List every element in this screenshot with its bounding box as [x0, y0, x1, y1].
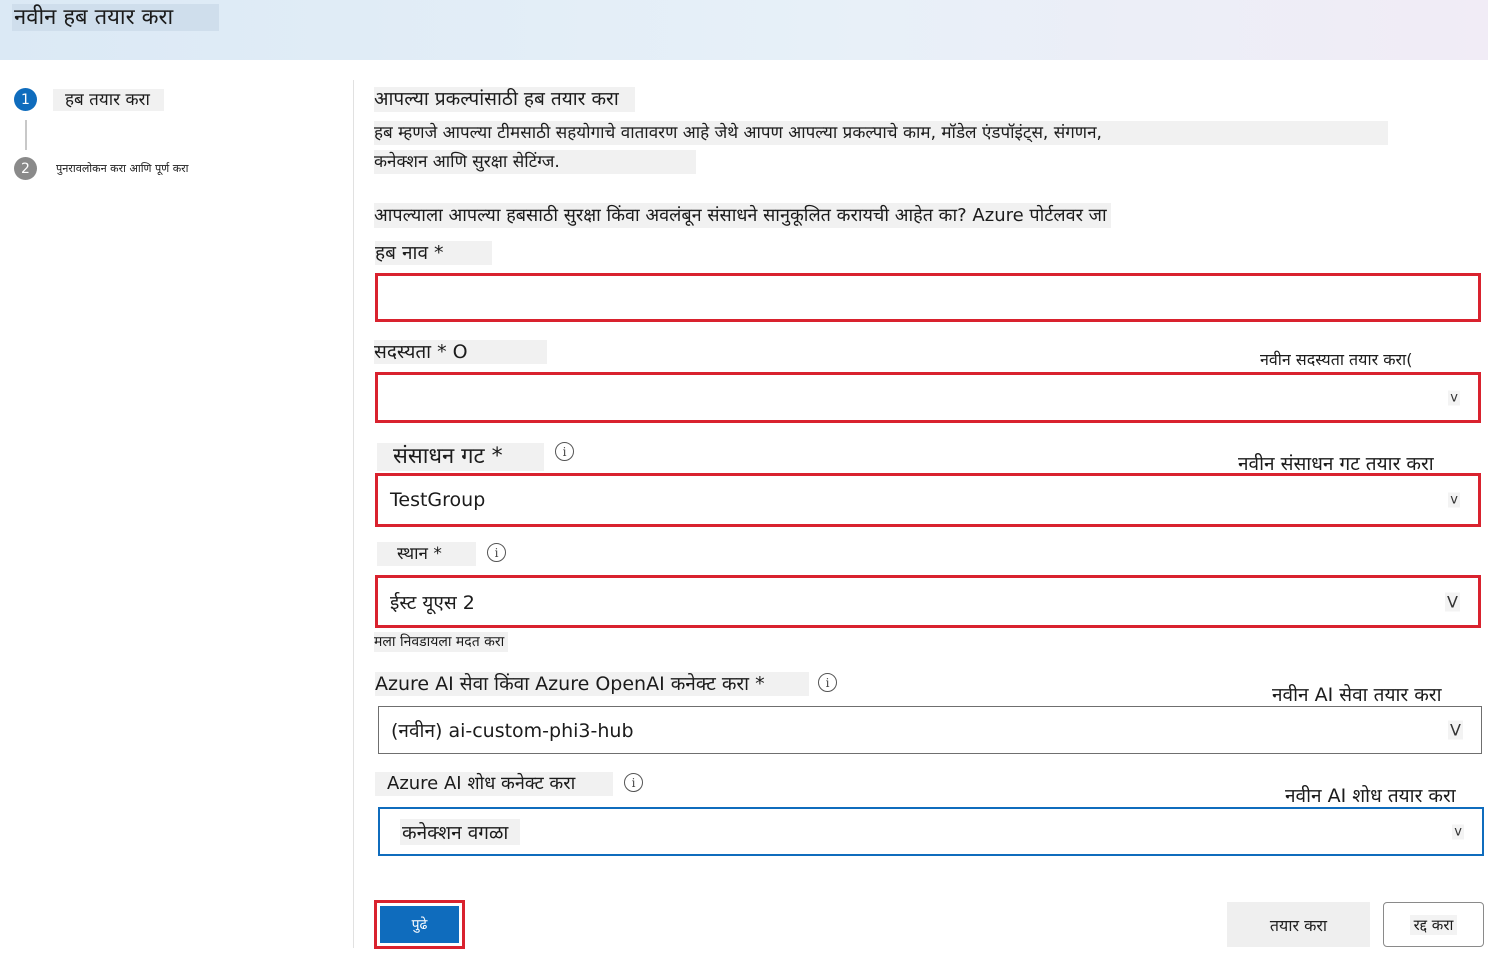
wizard-step-create-hub[interactable]: 1 हब तयार करा — [14, 88, 164, 111]
resource-group-dropdown[interactable]: TestGroup v — [375, 473, 1481, 527]
help-me-choose-link[interactable]: मला निवडायला मदत करा — [374, 632, 509, 652]
wizard-step-review-finish[interactable]: 2 पुनरावलोकन करा आणि पूर्ण करा — [14, 157, 191, 180]
ai-services-dropdown[interactable]: (नवीन) ai-custom-phi3-hub V — [378, 706, 1482, 754]
ai-search-label: Azure AI शोध कनेक्ट करा — [375, 772, 613, 796]
cancel-button-label: रद्द करा — [1409, 914, 1458, 935]
info-icon[interactable]: i — [624, 773, 643, 792]
chevron-down-icon: V — [1445, 592, 1460, 611]
create-subscription-link[interactable]: नवीन सदस्यता तयार करा( — [1234, 348, 1421, 373]
resource-group-label: संसाधन गट * — [377, 443, 544, 471]
next-button[interactable]: पुढे — [374, 900, 465, 949]
header-bar: नवीन हब तयार करा — [0, 0, 1488, 60]
ai-search-value: कनेक्शन वगळा — [400, 818, 521, 845]
section-heading: आपल्या प्रकल्पांसाठी हब तयार करा — [374, 87, 635, 112]
chevron-down-icon: v — [1448, 390, 1460, 405]
azure-portal-link[interactable]: आपल्याला आपल्या हबसाठी सुरक्षा किंवा अवल… — [374, 203, 1111, 228]
panel-divider — [353, 80, 354, 948]
page-title: नवीन हब तयार करा — [12, 4, 220, 31]
subscription-label: सदस्यता * O — [374, 340, 547, 364]
create-ai-search-link[interactable]: नवीन AI शोध तयार करा — [1285, 784, 1456, 808]
hub-name-label: हब नाव * — [375, 241, 492, 265]
ai-services-value: (नवीन) ai-custom-phi3-hub — [391, 720, 634, 742]
location-dropdown[interactable]: ईस्ट यूएस 2 V — [375, 575, 1481, 628]
info-icon[interactable]: i — [487, 543, 506, 562]
step-number-badge: 1 — [14, 88, 37, 111]
location-value: ईस्ट यूएस 2 — [390, 591, 475, 614]
create-ai-services-link[interactable]: नवीन AI सेवा तयार करा — [1272, 683, 1442, 707]
step-label: पुनरावलोकन करा आणि पूर्ण करा — [54, 157, 191, 180]
resource-group-value: TestGroup — [390, 489, 486, 511]
ai-services-label: Azure AI सेवा किंवा Azure OpenAI कनेक्ट … — [375, 672, 809, 696]
info-icon[interactable]: i — [555, 442, 574, 461]
step-connector — [25, 120, 27, 150]
create-button[interactable]: तयार करा — [1227, 902, 1370, 947]
info-icon[interactable]: i — [818, 673, 837, 692]
step-number-badge: 2 — [14, 157, 37, 180]
chevron-down-icon: V — [1448, 720, 1463, 740]
step-label: हब तयार करा — [53, 88, 164, 111]
hub-name-input[interactable] — [375, 273, 1481, 322]
hub-description: हब म्हणजे आपल्या टीमसाठी सहयोगाचे वातावर… — [374, 121, 1388, 145]
chevron-down-icon: v — [1448, 492, 1460, 508]
location-label: स्थान * — [377, 542, 476, 566]
chevron-down-icon: v — [1452, 824, 1464, 839]
ai-search-dropdown[interactable]: कनेक्शन वगळा v — [378, 807, 1484, 856]
hub-description-continued: कनेक्शन आणि सुरक्षा सेटिंग्ज. — [374, 150, 696, 174]
cancel-button[interactable]: रद्द करा — [1383, 902, 1484, 947]
subscription-dropdown[interactable]: v — [375, 372, 1481, 423]
next-button-label: पुढे — [380, 906, 459, 943]
